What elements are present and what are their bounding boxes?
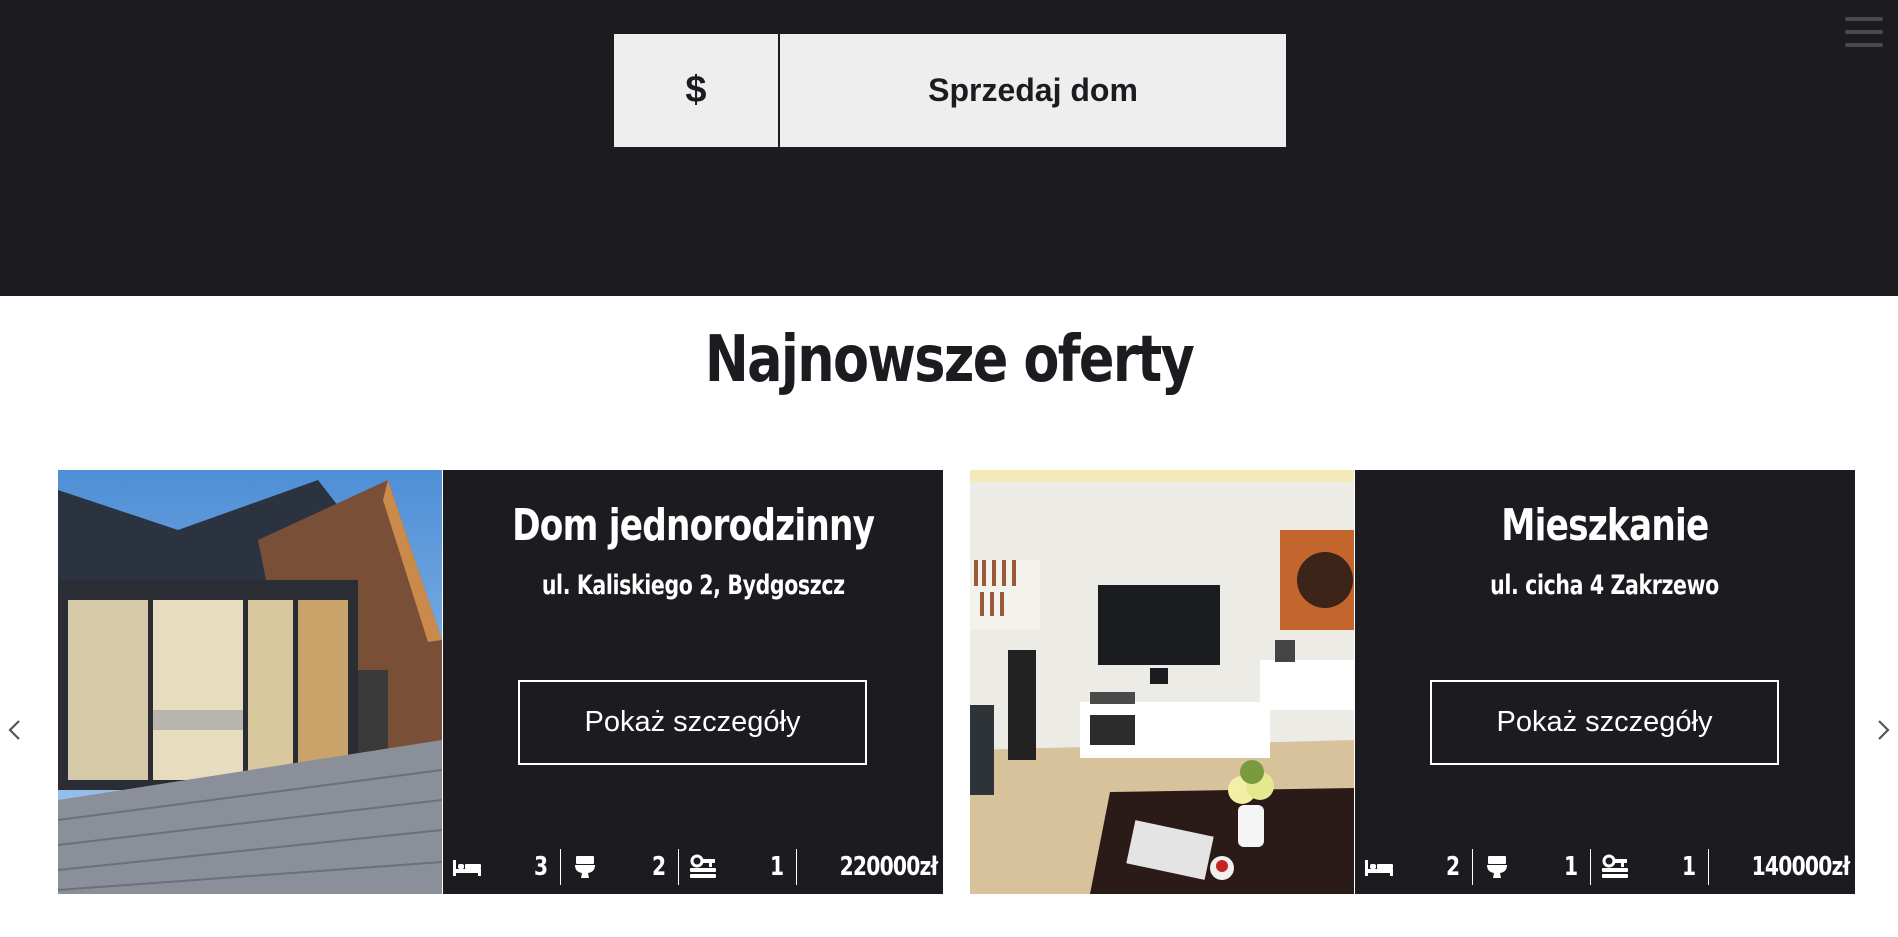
offer-price: 220000zł: [797, 852, 943, 882]
bedrooms-count: 2: [1445, 852, 1461, 882]
bed-icon: [1365, 860, 1393, 876]
garages-count: 1: [1681, 852, 1697, 882]
section-title: Najnowsze oferty: [704, 323, 1195, 397]
offer-address: ul. cicha 4 Zakrzewo: [1355, 570, 1855, 601]
garages-stat: 1: [679, 849, 797, 885]
house-photo: [58, 470, 442, 894]
offer-address-text: ul. cicha 4 Zakrzewo: [1490, 570, 1720, 601]
offer-title: Mieszkanie: [1355, 500, 1855, 551]
offer-price-text: 140000zł: [1751, 852, 1850, 882]
toilet-icon: [1487, 856, 1507, 878]
offer-title-text: Mieszkanie: [1501, 500, 1709, 551]
car-key-icon: [690, 854, 716, 878]
garages-count: 1: [769, 852, 785, 882]
offer-title: Dom jednorodzinny: [443, 500, 943, 551]
bedrooms-stat: 3: [443, 849, 561, 885]
offer-price: 140000zł: [1709, 852, 1855, 882]
hamburger-icon[interactable]: [1845, 17, 1883, 53]
offer-info: Mieszkanie ul. cicha 4 Zakrzewo Pokaż sz…: [1355, 470, 1855, 894]
bathrooms-count: 2: [651, 852, 667, 882]
show-details-button[interactable]: Pokaż szczegóły: [518, 680, 867, 765]
dollar-icon: $: [614, 34, 780, 147]
offer-address: ul. Kaliskiego 2, Bydgoszcz: [443, 570, 943, 601]
bathrooms-stat: 1: [1473, 849, 1591, 885]
chevron-right-icon[interactable]: [1871, 718, 1895, 742]
apartment-photo: [970, 470, 1354, 894]
offer-stats: 2 1 1 140000zł: [1355, 840, 1855, 894]
offer-card: Dom jednorodzinny ul. Kaliskiego 2, Bydg…: [58, 470, 943, 894]
hero-header: $ Sprzedaj dom: [0, 0, 1898, 296]
sell-house-label: Sprzedaj dom: [928, 72, 1138, 108]
garages-stat: 1: [1591, 849, 1709, 885]
offer-info: Dom jednorodzinny ul. Kaliskiego 2, Bydg…: [443, 470, 943, 894]
offer-price-text: 220000zł: [839, 852, 938, 882]
offer-address-text: ul. Kaliskiego 2, Bydgoszcz: [541, 570, 845, 601]
offer-card: Mieszkanie ul. cicha 4 Zakrzewo Pokaż sz…: [970, 470, 1855, 894]
bedrooms-count: 3: [533, 852, 549, 882]
show-details-button[interactable]: Pokaż szczegóły: [1430, 680, 1779, 765]
bathrooms-count: 1: [1563, 852, 1579, 882]
bedrooms-stat: 2: [1355, 849, 1473, 885]
car-key-icon: [1602, 854, 1628, 878]
chevron-left-icon[interactable]: [3, 718, 27, 742]
sell-house-button[interactable]: $ Sprzedaj dom: [614, 34, 1286, 147]
bed-icon: [453, 860, 481, 876]
bathrooms-stat: 2: [561, 849, 679, 885]
offer-title-text: Dom jednorodzinny: [511, 500, 875, 551]
toilet-icon: [575, 856, 595, 878]
offer-stats: 3 2 1 220000zł: [443, 840, 943, 894]
